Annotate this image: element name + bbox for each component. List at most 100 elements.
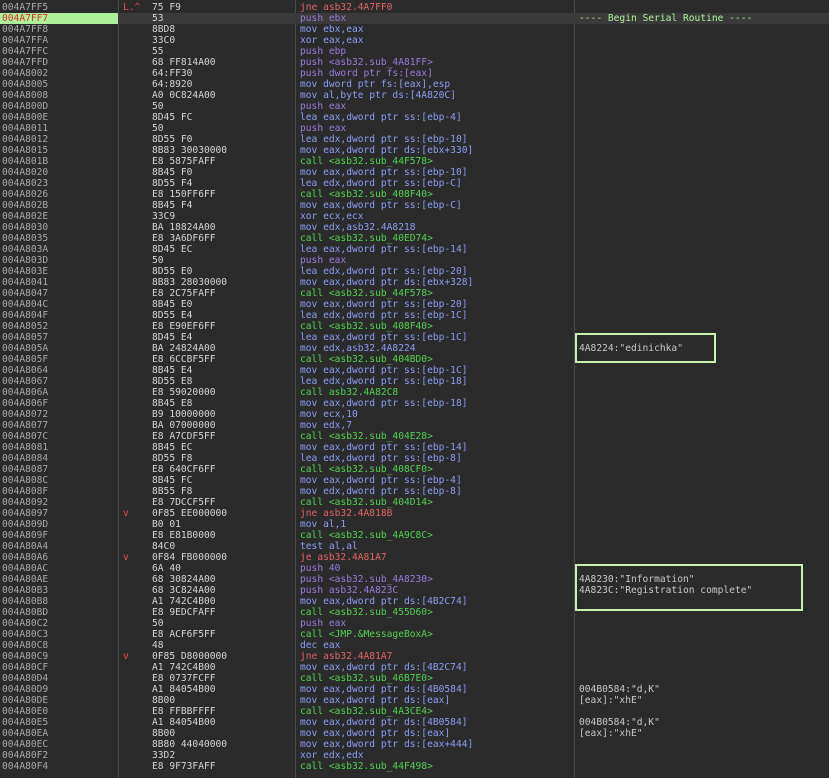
instruction-row[interactable]: 004A80EC 8B80 44040000 mov eax,dword ptr d…: [0, 739, 829, 750]
selected-instruction-row[interactable]: 004A7FF7 53 push ebx ---- Begin Serial Rout…: [0, 13, 829, 24]
instruction-row[interactable]: 004A804C 8B45 E0 mov eax,dword ptr ss:[ebp…: [0, 299, 829, 310]
instruction-row[interactable]: 004A8012 8D55 F0 lea edx,dword ptr ss:[ebp…: [0, 134, 829, 145]
bytes-cell: A1 742C4B00: [152, 662, 216, 673]
instruction-row[interactable]: 004A800E 8D45 FC lea eax,dword ptr ss:[ebp…: [0, 112, 829, 123]
instruction-row[interactable]: 004A80CF A1 742C4B00 mov eax,dword ptr ds:…: [0, 662, 829, 673]
instruction-cell: mov eax,dword ptr ds:[ebx+328]: [300, 277, 474, 288]
instruction-row[interactable]: 004A803A 8D45 EC lea eax,dword ptr ss:[ebp…: [0, 244, 829, 255]
instruction-row[interactable]: 004A8052 E8 E90EF6FF call <asb32.sub_408F4…: [0, 321, 829, 332]
instruction-row[interactable]: 004A801B E8 5875FAFF call <asb32.sub_44F57…: [0, 156, 829, 167]
instruction-row[interactable]: 004A803E 8D55 E0 lea edx,dword ptr ss:[ebp…: [0, 266, 829, 277]
address-cell: 004A80EC: [2, 739, 49, 750]
instruction-row[interactable]: 004A80C2 50 push eax: [0, 618, 829, 629]
instruction-row[interactable]: 004A80C8 48 dec eax: [0, 640, 829, 651]
instruction-cell: push <asb32.sub_4A81FF>: [300, 57, 433, 68]
instruction-row[interactable]: 004A809F E8 E81B0000 call <asb32.sub_4A9C8…: [0, 530, 829, 541]
instruction-row[interactable]: 004A80DE 8B00 mov eax,dword ptr ds:[eax] [e…: [0, 695, 829, 706]
instruction-row[interactable]: 004A8026 E8 150FF6FF call <asb32.sub_408F4…: [0, 189, 829, 200]
instruction-row[interactable]: 004A8030 BA 18824A00 mov edx,asb32.4A8218: [0, 222, 829, 233]
instruction-cell: mov eax,dword ptr ds:[eax+444]: [300, 739, 474, 750]
bytes-cell: 75 F9: [152, 2, 181, 13]
instruction-row[interactable]: 004A80F4 E8 9F73FAFF call <asb32.sub_44F49…: [0, 761, 829, 772]
instruction-row[interactable]: 004A802E 33C9 xor ecx,ecx: [0, 211, 829, 222]
instruction-row[interactable]: 004A803D 50 push eax: [0, 255, 829, 266]
instruction-row[interactable]: 004A80C9 v 0F85 D8000000 jne asb32.4A81A7: [0, 651, 829, 662]
instruction-row[interactable]: 004A8008 A0 0C824A00 mov al,byte ptr ds:[4…: [0, 90, 829, 101]
instruction-row[interactable]: 004A8005 64:8920 mov dword ptr fs:[eax],es…: [0, 79, 829, 90]
bytes-cell: E8 ACF6F5FF: [152, 629, 216, 640]
address-cell: 004A8023: [2, 178, 49, 189]
instruction-row[interactable]: 004A8081 8B45 EC mov eax,dword ptr ss:[ebp…: [0, 442, 829, 453]
address-cell: 004A8087: [2, 464, 49, 475]
instruction-cell: lea edx,dword ptr ss:[ebp-C]: [300, 178, 462, 189]
bytes-cell: BA 07000000: [152, 420, 216, 431]
instruction-row[interactable]: 004A808F 8B55 F8 mov edx,dword ptr ss:[ebp…: [0, 486, 829, 497]
instruction-row[interactable]: 004A8067 8D55 E8 lea edx,dword ptr ss:[ebp…: [0, 376, 829, 387]
instruction-row[interactable]: 004A7FFC 55 push ebp: [0, 46, 829, 57]
address-cell: 004A7FF5: [2, 2, 49, 13]
address-cell: 004A8067: [2, 376, 49, 387]
instruction-row[interactable]: 004A80A4 84C0 test al,al: [0, 541, 829, 552]
bytes-cell: E8 E90EF6FF: [152, 321, 216, 332]
address-cell: 004A80CF: [2, 662, 49, 673]
address-cell: 004A8047: [2, 288, 49, 299]
instruction-cell: call <asb32.sub_44F578>: [300, 288, 433, 299]
bytes-cell: 8D45 E4: [152, 332, 193, 343]
instruction-cell: jne asb32.4A818B: [300, 508, 393, 519]
instruction-row[interactable]: 004A80C3 E8 ACF6F5FF call <JMP.&MessageBox…: [0, 629, 829, 640]
bytes-cell: 8B00: [152, 728, 176, 739]
instruction-row[interactable]: 004A8077 BA 07000000 mov edx,7: [0, 420, 829, 431]
disassembly-view[interactable]: 004A7FF5 L.^ 75 F9 jne asb32.4A7FF0 004A7FF7…: [0, 0, 829, 778]
instruction-row[interactable]: 004A8011 50 push eax: [0, 123, 829, 134]
instruction-cell: call <asb32.sub_4A3CE4>: [300, 706, 433, 717]
instruction-row[interactable]: 004A807C E8 A7CDF5FF call <asb32.sub_404E2…: [0, 431, 829, 442]
instruction-row[interactable]: 004A80F2 33D2 xor edx,edx: [0, 750, 829, 761]
instruction-row[interactable]: 004A8002 64:FF30 push dword ptr fs:[eax]: [0, 68, 829, 79]
instruction-row[interactable]: 004A80EA 8B00 mov eax,dword ptr ds:[eax] [e…: [0, 728, 829, 739]
instruction-row[interactable]: 004A80E0 E8 FFBBFFFF call <asb32.sub_4A3CE…: [0, 706, 829, 717]
address-cell: 004A80A6: [2, 552, 49, 563]
instruction-row[interactable]: 004A80E5 A1 84054B00 mov eax,dword ptr ds:…: [0, 717, 829, 728]
instruction-row[interactable]: 004A8035 E8 3A6DF6FF call <asb32.sub_40ED7…: [0, 233, 829, 244]
bytes-cell: E8 7DCCF5FF: [152, 497, 216, 508]
instruction-row[interactable]: 004A7FF8 8BD8 mov ebx,eax: [0, 24, 829, 35]
instruction-row[interactable]: 004A7FFA 33C0 xor eax,eax: [0, 35, 829, 46]
instruction-row[interactable]: 004A8084 8D55 F8 lea edx,dword ptr ss:[ebp…: [0, 453, 829, 464]
instruction-row[interactable]: 004A806A E8 59020000 call asb32.4A82C8: [0, 387, 829, 398]
instruction-row[interactable]: 004A8015 8B83 30030000 mov eax,dword ptr d…: [0, 145, 829, 156]
instruction-row[interactable]: 004A802B 8B45 F4 mov eax,dword ptr ss:[ebp…: [0, 200, 829, 211]
bytes-cell: 8D55 E4: [152, 310, 193, 321]
instruction-row[interactable]: 004A8041 8B83 28030000 mov eax,dword ptr d…: [0, 277, 829, 288]
instruction-row[interactable]: 004A80D9 A1 84054B00 mov eax,dword ptr ds:…: [0, 684, 829, 695]
instruction-row[interactable]: 004A8087 E8 640CF6FF call <asb32.sub_408CF…: [0, 464, 829, 475]
bytes-cell: B9 10000000: [152, 409, 216, 420]
instruction-row[interactable]: 004A8092 E8 7DCCF5FF call <asb32.sub_404D1…: [0, 497, 829, 508]
bytes-cell: E8 5875FAFF: [152, 156, 216, 167]
instruction-row[interactable]: 004A7FF5 L.^ 75 F9 jne asb32.4A7FF0: [0, 2, 829, 13]
instruction-row[interactable]: 004A8047 E8 2C75FAFF call <asb32.sub_44F57…: [0, 288, 829, 299]
instruction-row[interactable]: 004A80D4 E8 0737FCFF call <asb32.sub_46B7E…: [0, 673, 829, 684]
instruction-row[interactable]: 004A804F 8D55 E4 lea edx,dword ptr ss:[ebp…: [0, 310, 829, 321]
instruction-row[interactable]: 004A809D B0 01 mov al,1: [0, 519, 829, 530]
address-cell: 004A803D: [2, 255, 49, 266]
address-cell: 004A7FFC: [2, 46, 49, 57]
address-cell: 004A80C8: [2, 640, 49, 651]
instruction-row[interactable]: 004A808C 8B45 FC mov eax,dword ptr ss:[ebp…: [0, 475, 829, 486]
instruction-row[interactable]: 004A8072 B9 10000000 mov ecx,10: [0, 409, 829, 420]
instruction-cell: call <asb32.sub_408F40>: [300, 321, 433, 332]
address-cell: 004A806F: [2, 398, 49, 409]
bytes-cell: 48: [152, 640, 164, 651]
instruction-cell: test al,al: [300, 541, 358, 552]
instruction-row[interactable]: 004A800D 50 push eax: [0, 101, 829, 112]
bytes-cell: 8B00: [152, 695, 176, 706]
instruction-row[interactable]: 004A8020 8B45 F0 mov eax,dword ptr ss:[ebp…: [0, 167, 829, 178]
instruction-row[interactable]: 004A8064 8B45 E4 mov eax,dword ptr ss:[ebp…: [0, 365, 829, 376]
instruction-row[interactable]: 004A8097 v 0F85 EE000000 jne asb32.4A818B: [0, 508, 829, 519]
instruction-cell: call <asb32.sub_404E28>: [300, 431, 433, 442]
instruction-row[interactable]: 004A806F 8B45 E8 mov eax,dword ptr ss:[ebp…: [0, 398, 829, 409]
instruction-row[interactable]: 004A8023 8D55 F4 lea edx,dword ptr ss:[ebp…: [0, 178, 829, 189]
instruction-row[interactable]: 004A7FFD 68 FF814A00 push <asb32.sub_4A81F…: [0, 57, 829, 68]
address-cell: 004A8041: [2, 277, 49, 288]
instruction-row[interactable]: 004A80A6 v 0F84 FB000000 je asb32.4A81A7: [0, 552, 829, 563]
bytes-cell: A1 742C4B00: [152, 596, 216, 607]
